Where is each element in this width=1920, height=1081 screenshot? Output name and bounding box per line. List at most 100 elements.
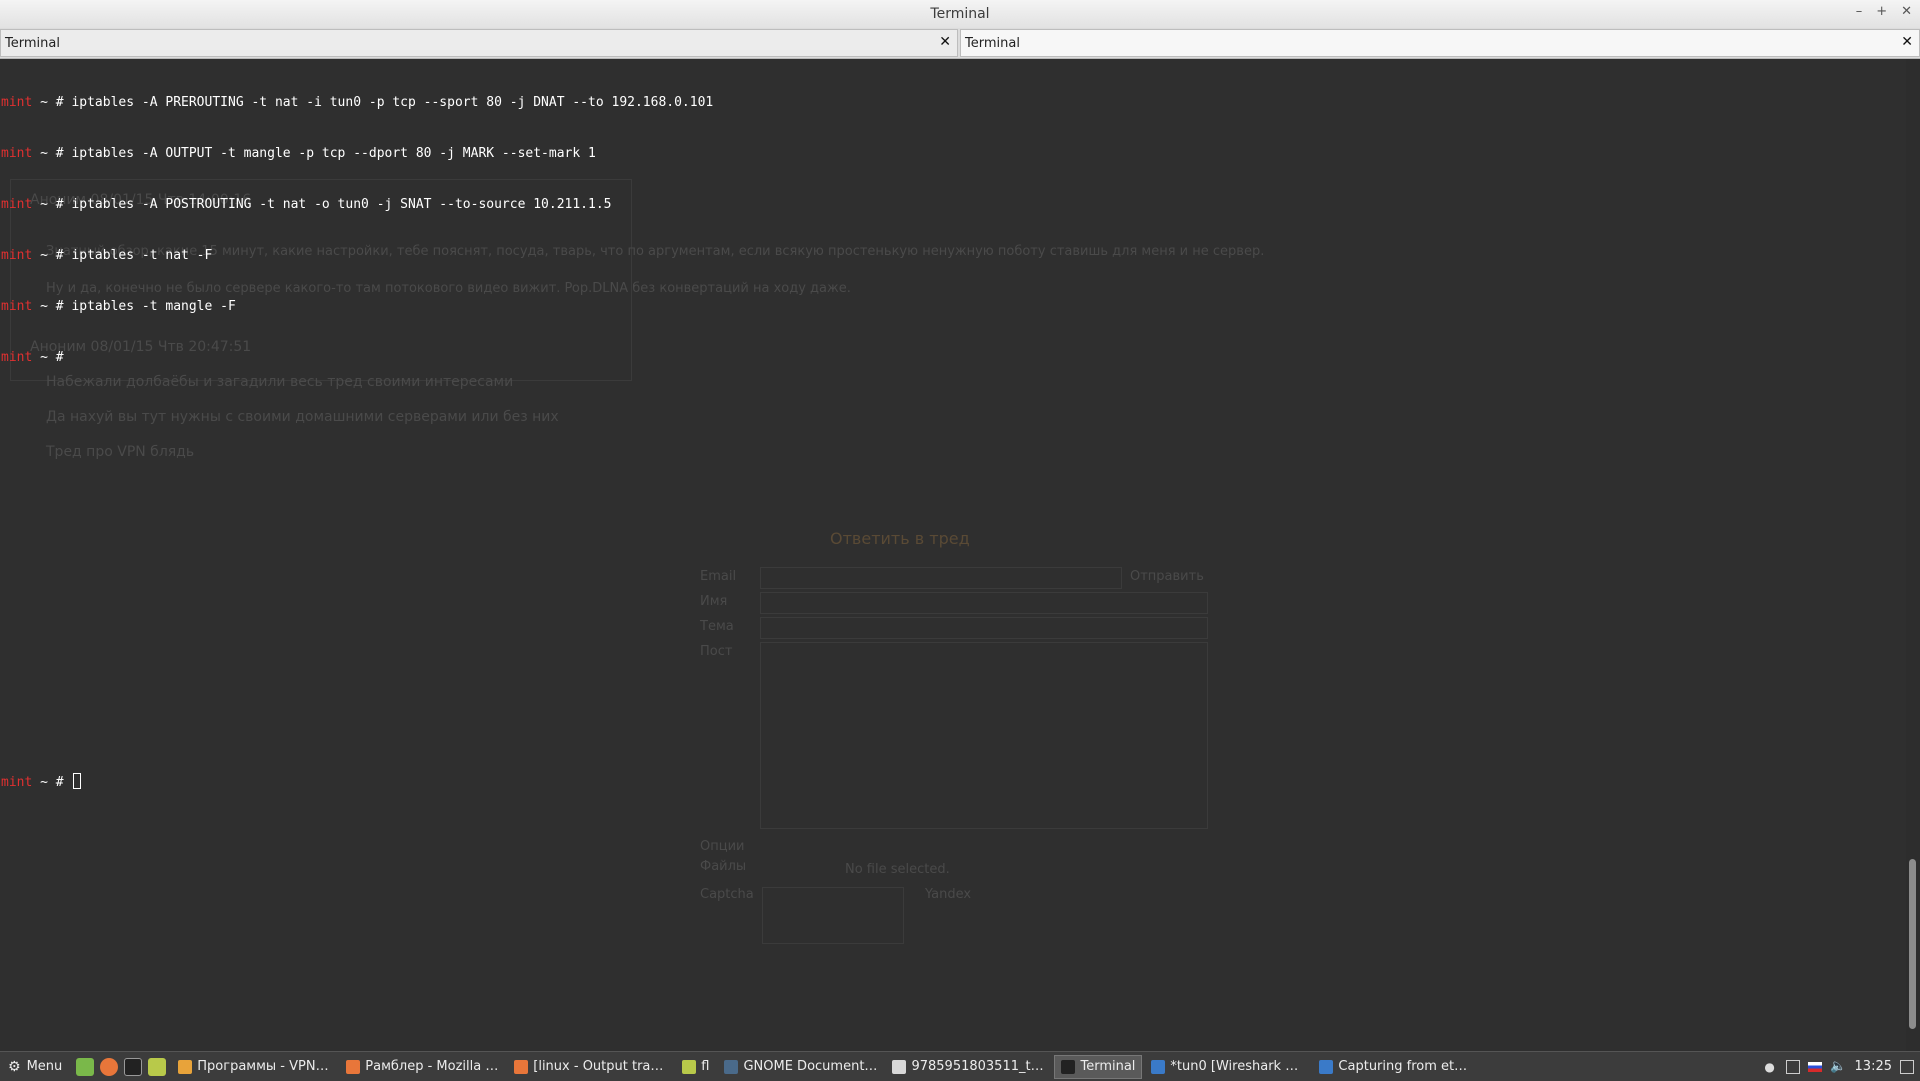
prompt-user: mint — [1, 299, 33, 314]
terminal-output: mint ~ # iptables -A PREROUTING -t nat -… — [1, 60, 713, 400]
text-cursor — [73, 773, 82, 789]
system-tray: ● 🔈 13:25 — [1764, 1059, 1920, 1074]
taskbar-window-label: [linux - Output traffic ... — [533, 1059, 668, 1074]
prompt-suffix: ~ # — [32, 350, 72, 365]
taskbar-window-item[interactable]: fl — [676, 1055, 715, 1079]
ghost-form-label: Пост — [700, 644, 733, 659]
ghost-form-label: Файлы — [700, 859, 747, 874]
window-controls: – + ✕ — [1856, 4, 1912, 19]
taskbar-window-label: fl — [701, 1059, 710, 1074]
ghost-post-body: Тред про VPN блядь — [46, 444, 195, 460]
notification-icon[interactable] — [1900, 1059, 1914, 1074]
taskbar-window-label: Программы - VPN-тр... — [197, 1059, 331, 1074]
ghost-captcha-word: Yandex — [925, 887, 972, 902]
show-desktop-icon[interactable] — [76, 1057, 95, 1076]
ghost-form-send: Отправить — [1130, 569, 1204, 584]
ghost-form-textarea — [760, 642, 1208, 829]
terminal-line: mint ~ # iptables -t mangle -F — [1, 298, 713, 315]
minimize-icon[interactable]: – — [1856, 4, 1863, 19]
taskbar-window-label: *tun0 [Wireshark 1.... — [1170, 1059, 1305, 1074]
tab-label: Terminal — [5, 36, 60, 51]
terminal-line: mint ~ # iptables -t nat -F — [1, 247, 713, 264]
ghost-captcha-image — [762, 887, 904, 944]
window-title: Terminal — [930, 6, 990, 22]
taskbar-window-label: Capturing from eth0 ... — [1338, 1059, 1473, 1074]
command-text: iptables -A PREROUTING -t nat -i tun0 -p… — [71, 95, 714, 110]
menu-button[interactable]: ⚙ Menu — [0, 1052, 70, 1081]
app-icon — [1061, 1059, 1076, 1074]
keyboard-layout-flag-icon[interactable] — [1808, 1061, 1823, 1072]
tab-bar: Terminal ✕ Terminal ✕ — [0, 28, 1920, 59]
prompt-user: mint — [1, 775, 33, 790]
gear-icon: ⚙ — [8, 1058, 21, 1075]
ghost-post-body: Да нахуй вы тут нужны с своими домашними… — [46, 409, 559, 425]
terminal-line: mint ~ # — [1, 349, 713, 366]
tab-terminal-1[interactable]: Terminal ✕ — [0, 29, 958, 57]
prompt-user: mint — [1, 350, 33, 365]
taskbar-window-label: GNOME Document P... — [743, 1059, 878, 1074]
active-prompt[interactable]: mint ~ # — [1, 773, 82, 790]
app-icon — [682, 1059, 697, 1074]
taskbar-window-item[interactable]: Программы - VPN-тр... — [172, 1055, 337, 1079]
prompt-suffix: ~ # — [32, 197, 72, 212]
ghost-form-label: Имя — [700, 594, 728, 609]
taskbar: ⚙ Menu Программы - VPN-тр... Рамблер - Mo… — [0, 1051, 1920, 1081]
terminal-scrollbar[interactable] — [1906, 59, 1920, 1051]
command-text: iptables -A POSTROUTING -t nat -o tun0 -… — [71, 197, 612, 212]
ghost-form-label: Email — [700, 569, 737, 584]
volume-icon[interactable]: 🔈 — [1830, 1059, 1846, 1074]
prompt-suffix: ~ # — [32, 775, 72, 790]
command-text: iptables -A OUTPUT -t mangle -p tcp --dp… — [71, 146, 596, 161]
network-icon[interactable] — [1786, 1059, 1801, 1074]
ghost-form-label: Опции — [700, 839, 745, 854]
tab-close-icon[interactable]: ✕ — [939, 34, 951, 50]
taskbar-window-item[interactable]: GNOME Document P... — [718, 1055, 883, 1079]
prompt-user: mint — [1, 248, 33, 263]
command-text: iptables -t mangle -F — [71, 299, 236, 314]
terminal-view[interactable]: Аноним 08/01/15 Чтв 14:00:16 Знатный обз… — [0, 59, 1906, 1051]
app-icon — [892, 1059, 907, 1074]
quick-launch — [70, 1057, 172, 1076]
taskbar-window-label: Рамблер - Mozilla Fir... — [365, 1059, 500, 1074]
app-icon — [1319, 1059, 1334, 1074]
window-titlebar[interactable]: Terminal – + ✕ — [0, 0, 1920, 29]
app-icon — [178, 1059, 193, 1074]
taskbar-window-item[interactable]: Capturing from eth0 ... — [1313, 1055, 1478, 1079]
terminal-line: mint ~ # iptables -A PREROUTING -t nat -… — [1, 94, 713, 111]
ghost-form-label: Captcha — [700, 887, 754, 902]
terminal-launcher-icon[interactable] — [124, 1057, 143, 1076]
command-text: iptables -t nat -F — [71, 248, 213, 263]
prompt-suffix: ~ # — [32, 248, 72, 263]
app-icon — [514, 1059, 529, 1074]
tab-close-icon[interactable]: ✕ — [1901, 34, 1913, 50]
folder-icon[interactable] — [148, 1057, 167, 1076]
taskbar-window-item[interactable]: Рамблер - Mozilla Fir... — [340, 1055, 505, 1079]
ghost-form-field — [760, 617, 1208, 639]
prompt-user: mint — [1, 146, 33, 161]
prompt-suffix: ~ # — [32, 299, 72, 314]
taskbar-window-item[interactable]: 9785951803511_the_... — [886, 1055, 1051, 1079]
firefox-icon[interactable] — [100, 1057, 119, 1076]
prompt-suffix: ~ # — [32, 146, 72, 161]
app-icon — [346, 1059, 361, 1074]
prompt-user: mint — [1, 197, 33, 212]
scrollbar-thumb[interactable] — [1909, 859, 1916, 1029]
app-icon — [724, 1059, 739, 1074]
ghost-form-label: Тема — [700, 619, 734, 634]
tab-label: Terminal — [965, 36, 1020, 51]
taskbar-window-item[interactable]: *tun0 [Wireshark 1.... — [1145, 1055, 1310, 1079]
close-icon[interactable]: ✕ — [1901, 4, 1912, 19]
maximize-icon[interactable]: + — [1876, 4, 1887, 19]
clock[interactable]: 13:25 — [1855, 1059, 1892, 1074]
window-list: Программы - VPN-тр... Рамблер - Mozilla F… — [172, 1054, 1481, 1079]
taskbar-window-item[interactable]: [linux - Output traffic ... — [508, 1055, 673, 1079]
taskbar-window-label: Terminal — [1080, 1059, 1136, 1074]
taskbar-window-label: 9785951803511_the_... — [911, 1059, 1045, 1074]
ghost-form-field — [760, 567, 1122, 589]
menu-label: Menu — [26, 1059, 63, 1074]
prompt-suffix: ~ # — [32, 95, 72, 110]
user-icon[interactable]: ● — [1764, 1060, 1778, 1074]
ghost-no-file: No file selected. — [845, 862, 950, 877]
tab-terminal-2[interactable]: Terminal ✕ — [960, 29, 1920, 57]
taskbar-window-item[interactable]: Terminal — [1054, 1054, 1143, 1079]
